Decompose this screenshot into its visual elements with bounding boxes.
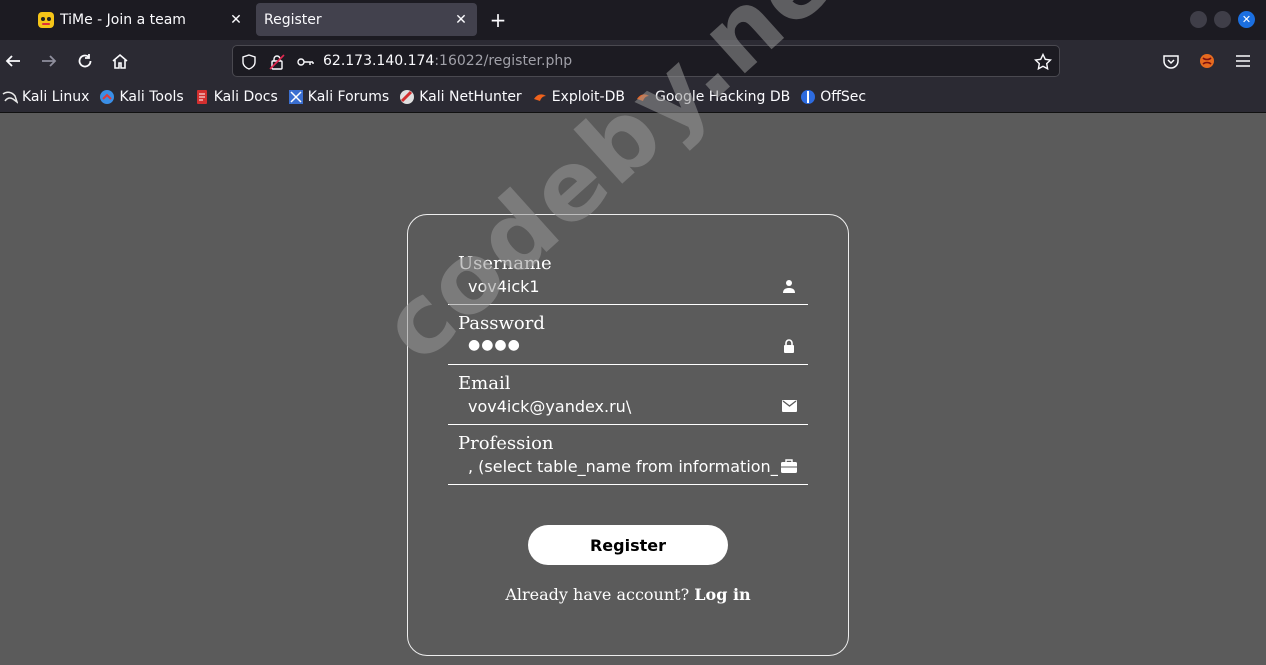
kali-forums-icon xyxy=(288,89,304,105)
profession-input[interactable]: , (select table_name from information_sc… xyxy=(468,457,778,477)
bookmark-kali-linux[interactable]: Kali Linux xyxy=(2,89,89,105)
exploit-db-icon xyxy=(532,89,548,105)
bookmark-label: Kali Tools xyxy=(119,88,184,105)
close-window-icon[interactable]: ✕ xyxy=(1238,11,1255,28)
tab-label: TiMe - Join a team xyxy=(60,11,186,28)
url-bar[interactable]: 62.173.140.174:16022/register.php xyxy=(232,45,1060,77)
login-link[interactable]: Log in xyxy=(694,585,750,604)
extension-icon[interactable] xyxy=(1194,48,1220,74)
bookmark-google-hacking-db[interactable]: Google Hacking DB xyxy=(635,89,790,105)
register-button[interactable]: Register xyxy=(528,525,728,565)
account-text: Already have account? xyxy=(505,585,690,604)
password-field: Password ●●●● xyxy=(448,305,808,365)
url-text[interactable]: 62.173.140.174:16022/register.php xyxy=(323,53,572,69)
bookmark-label: Kali Forums xyxy=(307,88,390,105)
bookmark-kali-docs[interactable]: Kali Docs xyxy=(194,89,278,105)
minimize-window-icon[interactable] xyxy=(1190,11,1207,28)
key-icon[interactable] xyxy=(295,52,315,72)
tab-register[interactable]: Register ✕ xyxy=(256,3,477,36)
offsec-icon xyxy=(800,89,816,105)
bookmark-label: Kali Docs xyxy=(213,88,278,105)
forward-arrow-icon[interactable] xyxy=(36,48,62,74)
shield-icon[interactable] xyxy=(239,52,259,72)
navigation-toolbar: 62.173.140.174:16022/register.php xyxy=(0,40,1266,81)
profession-label: Profession xyxy=(458,433,554,454)
nethunter-icon xyxy=(399,89,415,105)
tab-label: Register xyxy=(264,11,322,28)
username-input[interactable]: vov4ick1 xyxy=(468,277,778,297)
login-prompt: Already have account? Log in xyxy=(408,585,848,604)
tab-time-join-team[interactable]: TiMe - Join a team ✕ xyxy=(30,3,252,36)
bookmark-kali-nethunter[interactable]: Kali NetHunter xyxy=(399,88,522,105)
menu-icon[interactable] xyxy=(1230,48,1256,74)
email-label: Email xyxy=(458,373,511,394)
ghdb-icon xyxy=(635,89,651,105)
bookmark-star-icon[interactable] xyxy=(1033,52,1053,72)
kali-dragon-icon xyxy=(2,89,18,105)
bookmark-label: Exploit-DB xyxy=(551,88,625,105)
pocket-icon[interactable] xyxy=(1158,48,1184,74)
password-label: Password xyxy=(458,313,545,334)
briefcase-icon xyxy=(780,457,798,475)
username-field: Username vov4ick1 xyxy=(448,245,808,305)
maximize-window-icon[interactable] xyxy=(1214,11,1231,28)
url-host: 62.173.140.174 xyxy=(323,53,435,69)
bookmark-label: Kali Linux xyxy=(22,88,90,105)
close-tab-icon[interactable]: ✕ xyxy=(449,8,473,32)
bookmark-label: Google Hacking DB xyxy=(654,88,791,105)
bookmark-offsec[interactable]: OffSec xyxy=(800,89,866,105)
tab-bar: TiMe - Join a team ✕ Register ✕ + ✕ xyxy=(0,0,1266,40)
username-label: Username xyxy=(458,253,552,274)
bookmark-label: OffSec xyxy=(820,88,867,105)
back-arrow-icon[interactable] xyxy=(0,48,26,74)
url-path: :16022/register.php xyxy=(434,53,573,69)
bookmark-label: Kali NetHunter xyxy=(419,88,522,105)
register-form-card: Username vov4ick1 Password ●●●● Email vo… xyxy=(407,214,849,656)
password-input[interactable]: ●●●● xyxy=(468,337,778,357)
lock-icon xyxy=(780,337,798,355)
home-icon[interactable] xyxy=(107,48,133,74)
mail-icon xyxy=(780,397,798,415)
profession-field: Profession , (select table_name from inf… xyxy=(448,425,808,485)
insecure-lock-icon[interactable] xyxy=(267,52,287,72)
bookmark-kali-forums[interactable]: Kali Forums xyxy=(288,89,389,105)
kali-tools-icon xyxy=(99,89,115,105)
new-tab-icon[interactable]: + xyxy=(486,8,510,32)
bookmark-exploit-db[interactable]: Exploit-DB xyxy=(532,89,625,105)
kali-docs-icon xyxy=(194,89,210,105)
reload-icon[interactable] xyxy=(72,48,98,74)
email-field: Email vov4ick@yandex.ru\ xyxy=(448,365,808,425)
email-input[interactable]: vov4ick@yandex.ru\ xyxy=(468,397,778,417)
bookmarks-bar: Kali Linux Kali Tools Kali Docs Kali For… xyxy=(0,81,1266,113)
bookmark-kali-tools[interactable]: Kali Tools xyxy=(99,88,184,105)
user-icon xyxy=(780,277,798,295)
close-tab-icon[interactable]: ✕ xyxy=(224,8,248,32)
time-favicon-icon xyxy=(38,11,54,28)
